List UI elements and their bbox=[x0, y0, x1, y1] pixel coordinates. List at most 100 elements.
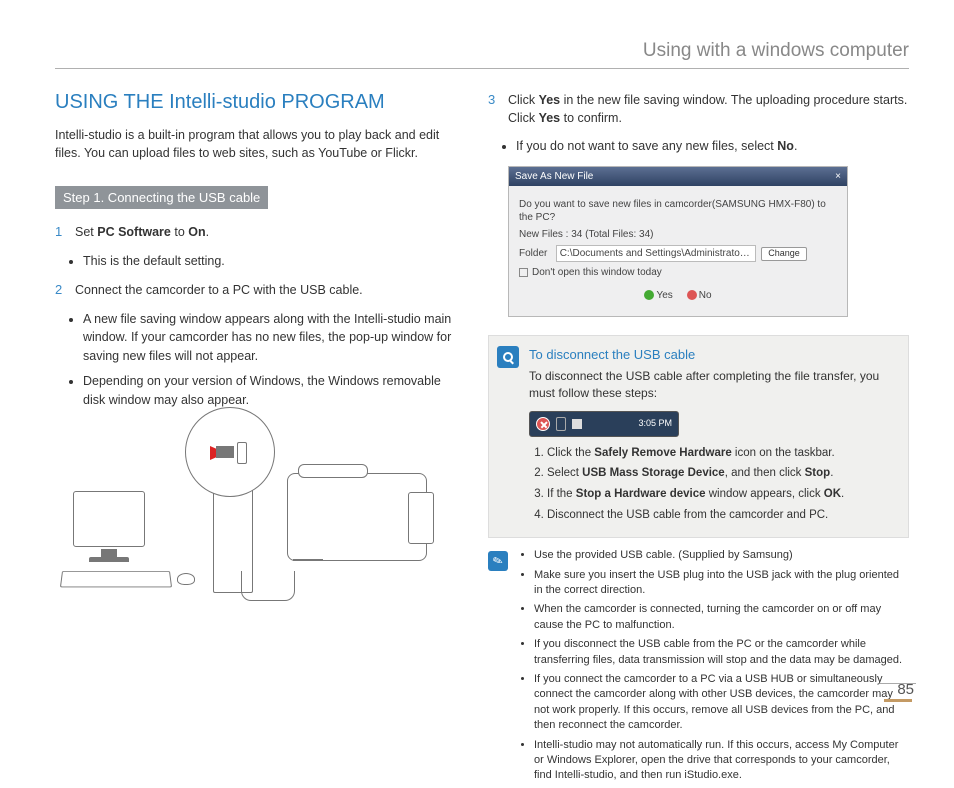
page-header: Using with a windows computer bbox=[55, 40, 909, 69]
text-bold: USB Mass Storage Device bbox=[582, 467, 725, 479]
dialog-folder-row: Folder C:\Documents and Settings\Adminis… bbox=[519, 245, 837, 262]
left-column: USING THE Intelli-studio PROGRAM Intelli… bbox=[55, 91, 460, 788]
usb-zoom-circle-icon bbox=[185, 407, 275, 497]
text-bold: Yes bbox=[539, 111, 561, 125]
dialog-folder-label: Folder bbox=[519, 248, 547, 259]
text-bold: Yes bbox=[539, 93, 561, 107]
dialog-actions: Yes No bbox=[519, 283, 837, 308]
text: If the bbox=[547, 488, 576, 500]
text: . bbox=[206, 225, 209, 239]
taskbar-time: 3:05 PM bbox=[638, 417, 672, 430]
text-bold: On bbox=[188, 225, 205, 239]
step-number: 1 bbox=[55, 223, 67, 242]
monitor-base-icon bbox=[89, 557, 129, 562]
yes-button: Yes bbox=[656, 290, 672, 301]
text: window appears, click bbox=[706, 488, 824, 500]
step-2-sublist: A new file saving window appears along w… bbox=[83, 310, 460, 410]
step-2-text: Connect the camcorder to a PC with the U… bbox=[75, 281, 363, 300]
list-item: Depending on your version of Windows, th… bbox=[83, 372, 460, 410]
safely-remove-hardware-icon bbox=[536, 417, 550, 431]
step-3: 3 Click Yes in the new file saving windo… bbox=[488, 91, 909, 127]
intro-paragraph: Intelli-studio is a built-in program tha… bbox=[55, 126, 460, 162]
monitor-icon bbox=[73, 491, 145, 547]
list-item: If you disconnect the USB cable from the… bbox=[534, 637, 909, 668]
text-bold: No bbox=[777, 139, 794, 153]
text: to confirm. bbox=[560, 111, 622, 125]
list-item: Use the provided USB cable. (Supplied by… bbox=[534, 548, 909, 563]
mouse-icon bbox=[177, 573, 195, 585]
checkbox-icon bbox=[519, 268, 528, 277]
dialog-checkbox-row: Don't open this window today bbox=[519, 266, 837, 279]
step-3-sublist: If you do not want to save any new files… bbox=[516, 137, 909, 156]
magnifier-icon bbox=[497, 346, 519, 368]
usb-plug-icon bbox=[216, 446, 234, 458]
text: . bbox=[830, 467, 833, 479]
notes-section: ✎ Use the provided USB cable. (Supplied … bbox=[488, 548, 909, 787]
text-bold: Stop bbox=[805, 467, 831, 479]
text: If you do not want to save any new files… bbox=[516, 139, 777, 153]
dialog-body: Do you want to save new files in camcord… bbox=[509, 186, 847, 316]
notes-list: Use the provided USB cable. (Supplied by… bbox=[534, 548, 909, 787]
disconnect-steps: Click the Safely Remove Hardware icon on… bbox=[547, 445, 896, 524]
text-bold: Stop a Hardware device bbox=[576, 488, 706, 500]
keyboard-icon bbox=[60, 571, 172, 587]
note-pencil-icon: ✎ bbox=[488, 551, 508, 571]
step-1: 1 Set PC Software to On. bbox=[55, 223, 460, 242]
step-number: 2 bbox=[55, 281, 67, 300]
text-bold: OK bbox=[824, 488, 841, 500]
list-item: This is the default setting. bbox=[83, 252, 460, 271]
text: , and then click bbox=[725, 467, 805, 479]
content-columns: USING THE Intelli-studio PROGRAM Intelli… bbox=[55, 91, 909, 788]
dialog-titlebar: Save As New File × bbox=[509, 167, 847, 186]
text: . bbox=[794, 139, 797, 153]
dialog-checkbox-label: Don't open this window today bbox=[532, 267, 662, 278]
camcorder-handle-icon bbox=[298, 464, 368, 478]
dialog-newfiles: New Files : 34 (Total Files: 34) bbox=[519, 228, 837, 241]
check-icon bbox=[644, 290, 654, 300]
main-heading: USING THE Intelli-studio PROGRAM bbox=[55, 91, 460, 114]
text: Set bbox=[75, 225, 97, 239]
usb-port-icon bbox=[237, 442, 247, 464]
list-item: Disconnect the USB cable from the camcor… bbox=[547, 507, 896, 524]
disconnect-intro: To disconnect the USB cable after comple… bbox=[529, 368, 896, 403]
dialog-title: Save As New File bbox=[515, 170, 593, 183]
text: to bbox=[171, 225, 188, 239]
step-heading: Step 1. Connecting the USB cable bbox=[55, 186, 268, 209]
close-icon: × bbox=[835, 170, 841, 183]
text-bold: PC Software bbox=[97, 225, 171, 239]
text: Select bbox=[547, 467, 582, 479]
volume-icon bbox=[572, 419, 582, 429]
tray-icon bbox=[556, 417, 566, 431]
list-item: When the camcorder is connected, turning… bbox=[534, 602, 909, 633]
camcorder-lens-icon bbox=[408, 492, 434, 544]
text: icon on the taskbar. bbox=[732, 447, 835, 459]
list-item: Make sure you insert the USB plug into t… bbox=[534, 568, 909, 599]
no-button: No bbox=[699, 290, 712, 301]
step-1-text: Set PC Software to On. bbox=[75, 223, 209, 242]
dialog-question: Do you want to save new files in camcord… bbox=[519, 198, 837, 224]
text: Click the bbox=[547, 447, 594, 459]
text: . bbox=[841, 488, 844, 500]
connection-illustration bbox=[55, 421, 435, 601]
usb-cable-icon bbox=[241, 571, 295, 601]
right-column: 3 Click Yes in the new file saving windo… bbox=[488, 91, 909, 788]
text: Click bbox=[508, 93, 539, 107]
taskbar-screenshot: 3:05 PM bbox=[529, 411, 679, 437]
camcorder-icon bbox=[287, 473, 427, 561]
usb-cable-icon bbox=[293, 559, 323, 561]
step-3-text: Click Yes in the new file saving window.… bbox=[508, 91, 909, 127]
disconnect-info-box: To disconnect the USB cable To disconnec… bbox=[488, 335, 909, 538]
monitor-stand-icon bbox=[101, 549, 117, 557]
disconnect-title: To disconnect the USB cable bbox=[529, 346, 896, 365]
cancel-icon bbox=[687, 290, 697, 300]
list-item: A new file saving window appears along w… bbox=[83, 310, 460, 366]
list-item: Click the Safely Remove Hardware icon on… bbox=[547, 445, 896, 462]
change-button: Change bbox=[761, 247, 807, 261]
step-1-sublist: This is the default setting. bbox=[83, 252, 460, 271]
save-dialog-screenshot: Save As New File × Do you want to save n… bbox=[508, 166, 848, 317]
list-item: If the Stop a Hardware device window app… bbox=[547, 486, 896, 503]
list-item: Select USB Mass Storage Device, and then… bbox=[547, 465, 896, 482]
step-number: 3 bbox=[488, 91, 500, 127]
page-number-underline bbox=[884, 699, 912, 702]
list-item: Intelli-studio may not automatically run… bbox=[534, 738, 909, 784]
